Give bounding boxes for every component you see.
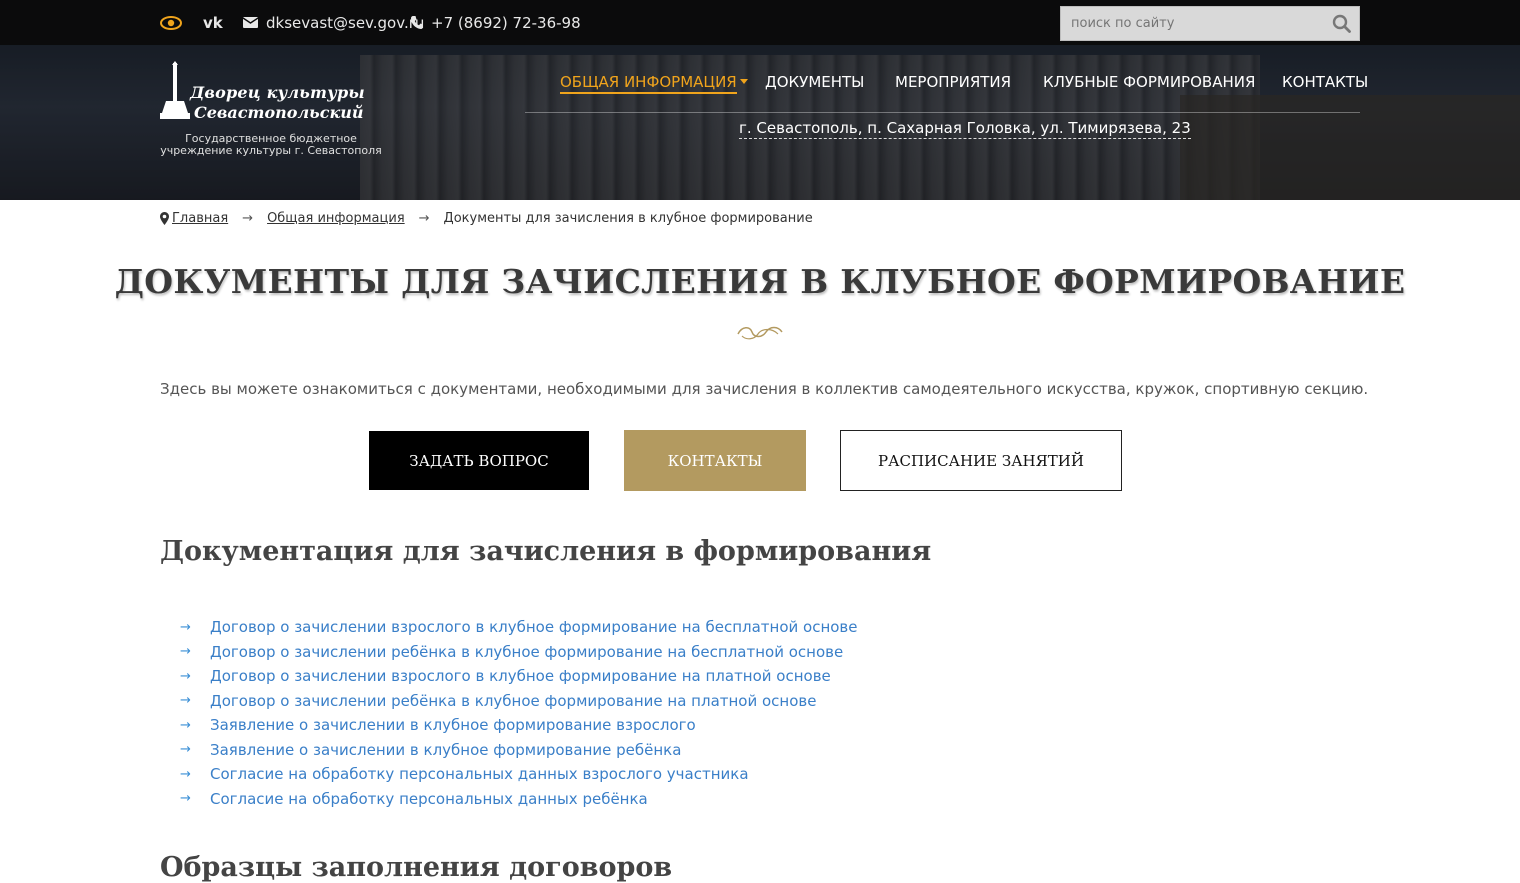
logo-subtitle: Государственное бюджетное учреждение кул… — [160, 132, 382, 157]
arrow-right-icon: → — [180, 717, 191, 733]
vk-link[interactable]: vk — [203, 0, 223, 45]
mail-icon — [243, 17, 258, 28]
section-title-docs: Документация для зачисления в формирован… — [160, 536, 932, 567]
arrow-right-icon: → — [180, 668, 191, 684]
document-link[interactable]: Договор о зачислении ребёнка в клубное ф… — [210, 643, 843, 661]
vk-icon: vk — [203, 13, 223, 32]
phone-text: +7 (8692) 72-36-98 — [431, 13, 581, 32]
document-link[interactable]: Заявление о зачислении в клубное формиро… — [210, 741, 681, 759]
arrow-right-icon: → — [180, 644, 191, 660]
phone-link[interactable]: +7 (8692) 72-36-98 — [411, 0, 581, 45]
list-item: → Заявление о зачислении в клубное формир… — [180, 738, 858, 763]
address-link[interactable]: г. Севастополь, п. Сахарная Головка, ул.… — [739, 119, 1191, 139]
arrow-right-icon: → — [418, 211, 430, 226]
breadcrumb: Главная → Общая информация → Документы д… — [160, 211, 813, 226]
schedule-button[interactable]: РАСПИСАНИЕ ЗАНЯТИЙ — [840, 430, 1122, 491]
main-nav: ОБЩАЯ ИНФОРМАЦИЯ ДОКУМЕНТЫ МЕРОПРИЯТИЯ К… — [525, 73, 1368, 113]
accessibility-eye-button[interactable] — [160, 0, 182, 45]
arrow-right-icon: → — [180, 693, 191, 709]
document-link[interactable]: Договор о зачислении взрослого в клубное… — [210, 618, 858, 636]
nav-item-general-info[interactable]: ОБЩАЯ ИНФОРМАЦИЯ — [560, 73, 737, 94]
breadcrumb-home[interactable]: Главная — [172, 211, 228, 226]
logo-line-1: Дворец культуры — [190, 83, 365, 102]
email-link[interactable]: dksevast@sev.gov.ru — [243, 0, 424, 45]
nav-item-events[interactable]: МЕРОПРИЯТИЯ — [895, 73, 1011, 91]
arrow-right-icon: → — [180, 766, 191, 782]
site-header: Дворец культуры Севастопольский Государс… — [0, 45, 1520, 200]
nav-item-documents[interactable]: ДОКУМЕНТЫ — [765, 73, 864, 91]
logo-line-2: Севастопольский — [194, 103, 364, 122]
contacts-button[interactable]: КОНТАКТЫ — [624, 430, 806, 491]
document-link[interactable]: Договор о зачислении ребёнка в клубное ф… — [210, 692, 816, 710]
search-input[interactable] — [1061, 7, 1359, 40]
breadcrumb-section[interactable]: Общая информация — [267, 211, 405, 226]
site-logo[interactable]: Дворец культуры Севастопольский Государс… — [160, 61, 382, 161]
document-link[interactable]: Согласие на обработку персональных данны… — [210, 765, 749, 783]
chevron-down-icon[interactable] — [740, 79, 748, 84]
nav-item-clubs[interactable]: КЛУБНЫЕ ФОРМИРОВАНИЯ — [1043, 73, 1255, 91]
monument-icon — [160, 61, 190, 119]
arrow-right-icon: → — [242, 211, 254, 226]
section-title-samples: Образцы заполнения договоров — [160, 852, 673, 883]
ask-question-button[interactable]: ЗАДАТЬ ВОПРОС — [369, 431, 589, 490]
list-item: → Согласие на обработку персональных данн… — [180, 762, 858, 787]
breadcrumb-current: Документы для зачисления в клубное форми… — [443, 211, 813, 226]
search-box — [1060, 6, 1360, 41]
list-item: → Договор о зачислении ребёнка в клубное … — [180, 689, 858, 714]
email-text: dksevast@sev.gov.ru — [266, 13, 425, 32]
search-icon[interactable] — [1332, 14, 1351, 38]
document-link[interactable]: Заявление о зачислении в клубное формиро… — [210, 716, 696, 734]
page-title: ДОКУМЕНТЫ ДЛЯ ЗАЧИСЛЕНИЯ В КЛУБНОЕ ФОРМИ… — [114, 262, 1406, 301]
phone-icon — [411, 16, 423, 29]
document-link[interactable]: Договор о зачислении взрослого в клубное… — [210, 667, 831, 685]
top-bar: vk dksevast@sev.gov.ru +7 (8692) 72-36-9… — [0, 0, 1520, 45]
document-link[interactable]: Согласие на обработку персональных данны… — [210, 790, 648, 808]
ornament-icon — [737, 326, 783, 340]
list-item: → Договор о зачислении взрослого в клубно… — [180, 664, 858, 689]
list-item: → Заявление о зачислении в клубное формир… — [180, 713, 858, 738]
nav-item-contacts[interactable]: КОНТАКТЫ — [1282, 73, 1368, 91]
list-item: → Согласие на обработку персональных данн… — [180, 787, 858, 812]
map-pin-icon — [160, 212, 169, 225]
arrow-right-icon: → — [180, 742, 191, 758]
list-item: → Договор о зачислении ребёнка в клубное … — [180, 640, 858, 665]
list-item: → Договор о зачислении взрослого в клубно… — [180, 615, 858, 640]
arrow-right-icon: → — [180, 619, 191, 635]
eye-icon — [160, 15, 182, 30]
intro-text: Здесь вы можете ознакомиться с документа… — [160, 380, 1369, 398]
documents-list: → Договор о зачислении взрослого в клубно… — [180, 615, 858, 811]
arrow-right-icon: → — [180, 791, 191, 807]
